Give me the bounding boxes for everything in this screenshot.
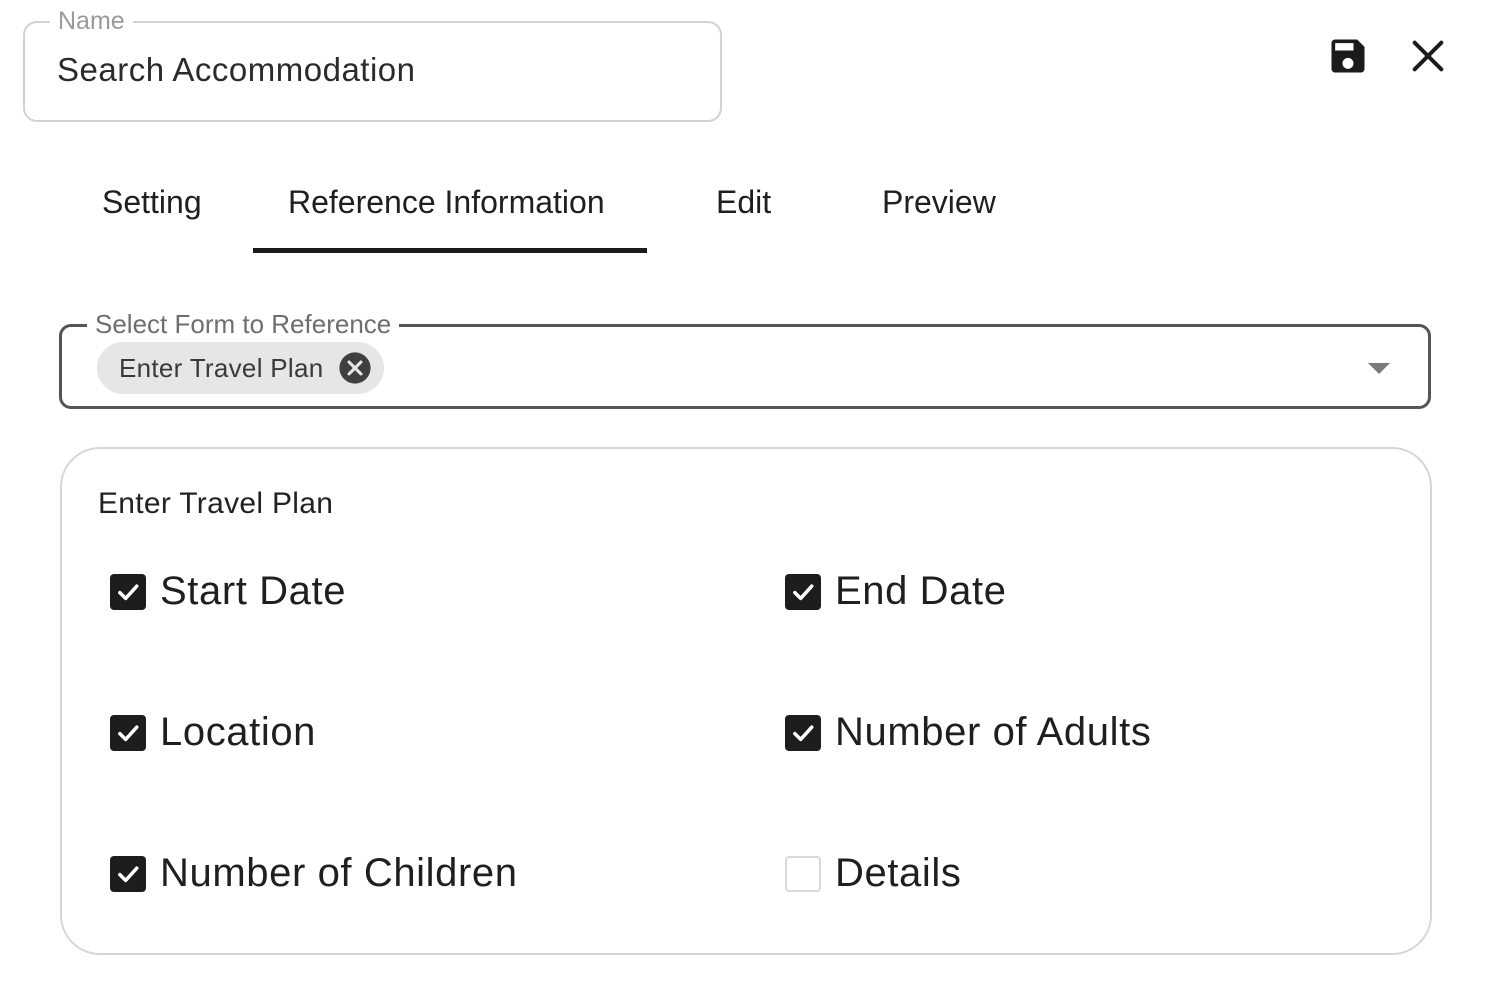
checkbox[interactable] bbox=[785, 573, 821, 610]
active-tab-indicator bbox=[253, 248, 647, 253]
close-button[interactable] bbox=[1402, 30, 1454, 82]
tab-setting[interactable]: Setting bbox=[102, 184, 202, 221]
save-button[interactable] bbox=[1322, 30, 1374, 82]
tab-reference-information[interactable]: Reference Information bbox=[288, 184, 605, 221]
selected-form-chip: Enter Travel Plan bbox=[97, 342, 384, 394]
tab-bar: Setting Reference Information Edit Previ… bbox=[0, 170, 1494, 260]
cancel-circle-icon bbox=[338, 352, 371, 384]
form-editor-page: Name Search Accommodation Setting Refere… bbox=[0, 0, 1494, 992]
reference-form-select-label: Select Form to Reference bbox=[87, 309, 400, 339]
checkbox[interactable] bbox=[110, 573, 146, 610]
chevron-down-icon[interactable] bbox=[1368, 363, 1390, 374]
checkbox[interactable] bbox=[785, 855, 821, 892]
tab-preview[interactable]: Preview bbox=[882, 184, 996, 221]
field-checkbox-details[interactable]: Details bbox=[785, 851, 961, 896]
checkmark-icon bbox=[118, 724, 139, 741]
field-label: Number of Children bbox=[160, 851, 518, 895]
card-title: Enter Travel Plan bbox=[98, 487, 334, 520]
checkmark-icon bbox=[118, 583, 139, 600]
name-field-label: Name bbox=[50, 7, 133, 35]
field-label: Location bbox=[160, 710, 317, 754]
field-checkbox-location[interactable]: Location bbox=[110, 710, 316, 755]
reference-form-select[interactable]: Select Form to Reference Enter Travel Pl… bbox=[59, 309, 1431, 409]
field-checkbox-number-of-children[interactable]: Number of Children bbox=[110, 851, 518, 896]
checkbox[interactable] bbox=[110, 855, 146, 892]
chip-remove-button[interactable] bbox=[338, 351, 372, 385]
reference-fields-card: Enter Travel Plan Start Date End Date Lo… bbox=[60, 447, 1432, 955]
field-label: Start Date bbox=[160, 569, 347, 613]
field-checkbox-end-date[interactable]: End Date bbox=[785, 569, 1007, 614]
selected-form-chip-label: Enter Travel Plan bbox=[119, 352, 324, 383]
field-label: Details bbox=[835, 851, 962, 895]
checkbox[interactable] bbox=[785, 714, 821, 751]
field-checkbox-number-of-adults[interactable]: Number of Adults bbox=[785, 710, 1151, 755]
field-checkbox-start-date[interactable]: Start Date bbox=[110, 569, 346, 614]
close-icon bbox=[1412, 40, 1444, 72]
checkmark-icon bbox=[118, 865, 139, 882]
checkmark-icon bbox=[793, 724, 814, 741]
save-icon bbox=[1331, 39, 1365, 73]
tab-edit[interactable]: Edit bbox=[716, 184, 771, 221]
name-field[interactable]: Name Search Accommodation bbox=[23, 7, 722, 122]
field-label: Number of Adults bbox=[835, 710, 1152, 754]
checkbox[interactable] bbox=[110, 714, 146, 751]
field-label: End Date bbox=[835, 569, 1007, 613]
name-field-value[interactable]: Search Accommodation bbox=[57, 51, 416, 89]
checkmark-icon bbox=[793, 583, 814, 600]
